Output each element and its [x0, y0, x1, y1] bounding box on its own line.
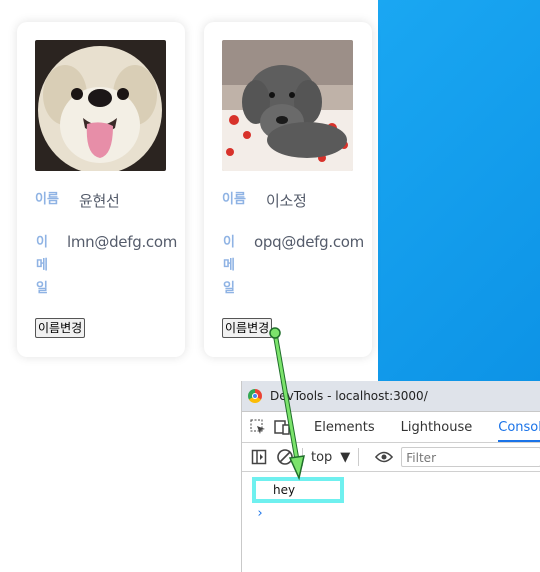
toolbar-divider	[358, 448, 360, 466]
change-name-button[interactable]: 이름변경	[35, 318, 86, 338]
chrome-icon	[248, 389, 262, 403]
email-label-char-1: 이	[36, 235, 48, 250]
window-title: DevTools - localhost:3000/	[270, 389, 428, 403]
toolbar-divider	[301, 448, 303, 466]
name-label: 이름	[35, 192, 59, 207]
email-label-char-2: 메	[223, 258, 235, 273]
dropdown-arrow-icon: ▼	[340, 449, 351, 465]
email-value: opq@defg.com	[254, 233, 364, 251]
clear-console-icon[interactable]	[276, 448, 294, 466]
tab-console[interactable]: Console	[498, 420, 540, 442]
name-value: 이소정	[266, 192, 307, 210]
inspect-icon[interactable]	[250, 418, 266, 436]
tab-elements[interactable]: Elements	[314, 420, 375, 435]
eye-icon[interactable]	[375, 448, 394, 466]
desktop-background	[378, 0, 540, 382]
console-log-line: hey	[273, 483, 296, 497]
tab-lighthouse[interactable]: Lighthouse	[401, 420, 473, 435]
dog-photo-1	[35, 40, 166, 171]
name-value: 윤현선	[79, 192, 120, 210]
context-selector[interactable]: top ▼	[311, 450, 350, 465]
email-label-char-1: 이	[223, 235, 235, 250]
profile-card-2: 이름 이소정 이 메 일 opq@defg.com 이름변경	[204, 22, 372, 357]
dog-photo-2	[222, 40, 353, 171]
change-name-button[interactable]: 이름변경	[222, 318, 273, 338]
filter-input[interactable]: Filter	[401, 447, 540, 467]
device-toolbar-icon[interactable]	[274, 418, 290, 436]
profile-card-1: 이름 윤현선 이 메 일 lmn@defg.com 이름변경	[17, 22, 185, 357]
devtools-window: DevTools - localhost:3000/ Elements Ligh…	[241, 381, 540, 572]
email-label-char-2: 메	[36, 258, 48, 273]
console-prompt[interactable]: ›	[256, 506, 264, 521]
log-highlight-box	[252, 477, 344, 503]
console-output: hey ›	[242, 472, 540, 572]
devtools-titlebar[interactable]: DevTools - localhost:3000/	[242, 381, 540, 412]
email-label-char-3: 일	[223, 281, 235, 296]
devtools-tabbar: Elements Lighthouse Console	[242, 412, 540, 443]
name-label: 이름	[222, 192, 246, 207]
context-label: top	[310, 449, 333, 465]
console-toolbar: top ▼ Filter	[242, 443, 540, 472]
email-label-char-3: 일	[36, 281, 48, 296]
email-value: lmn@defg.com	[67, 233, 178, 251]
sidebar-icon[interactable]	[250, 448, 268, 466]
